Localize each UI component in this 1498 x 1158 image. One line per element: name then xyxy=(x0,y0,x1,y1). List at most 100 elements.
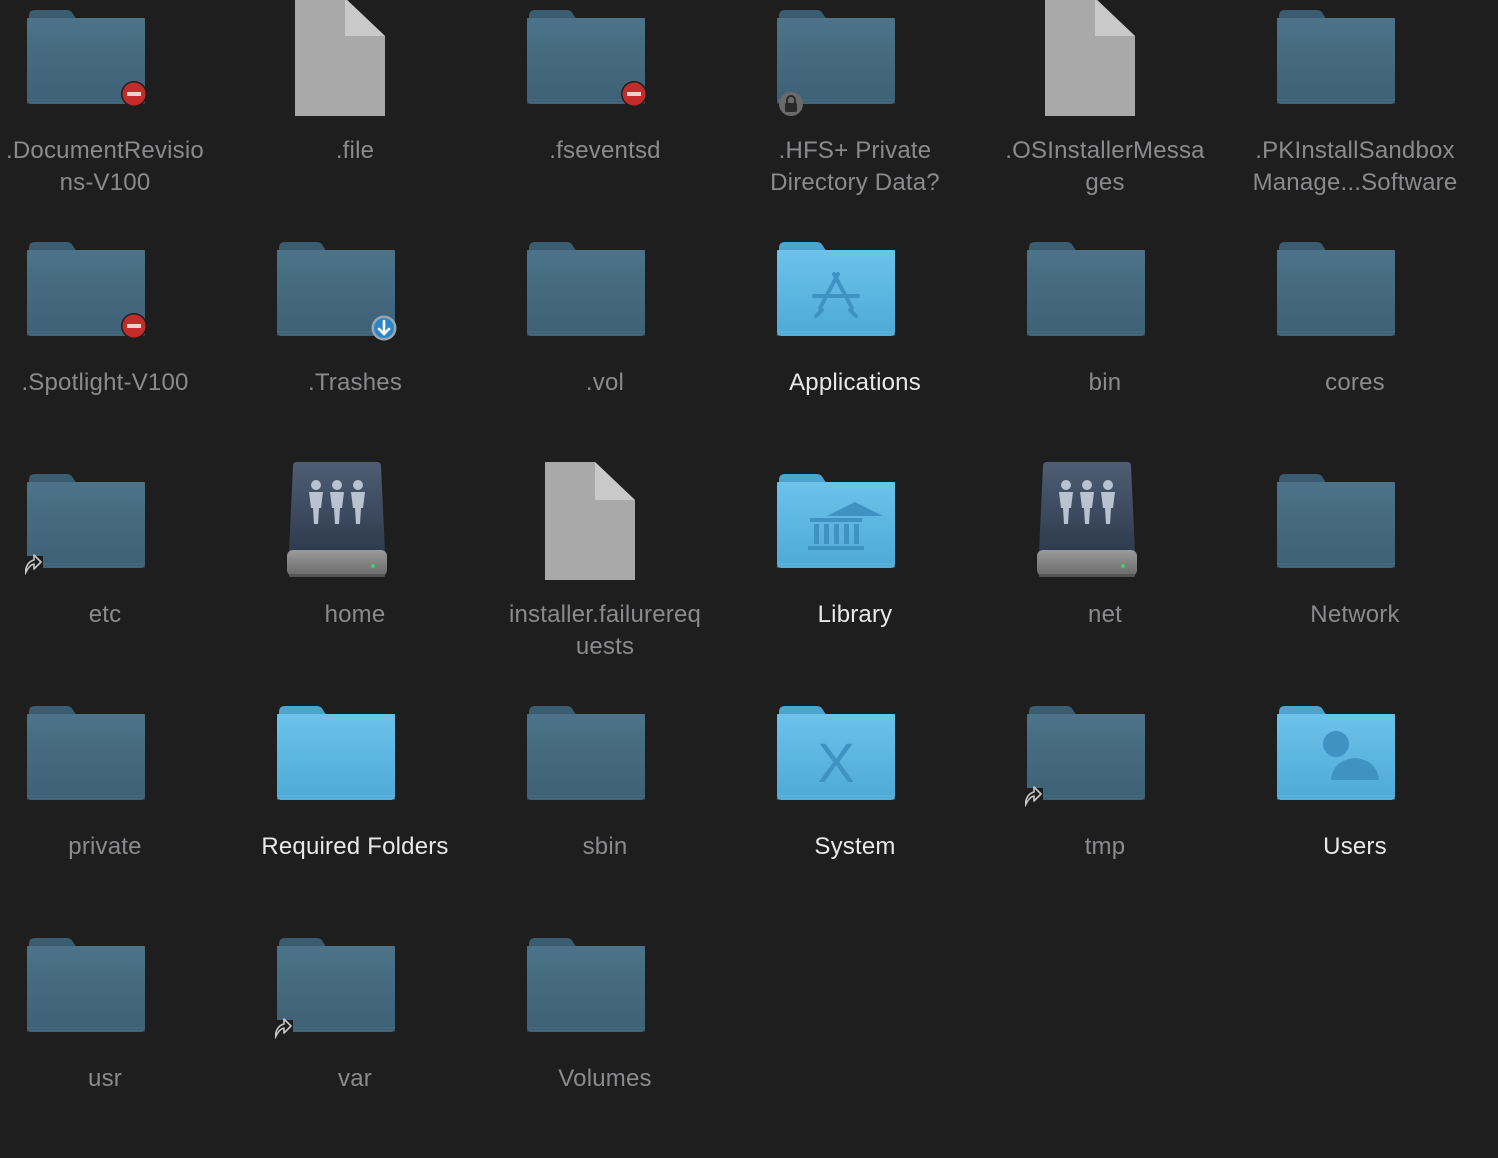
item-name-line: net xyxy=(1088,601,1122,628)
folder-icon[interactable] xyxy=(775,0,935,118)
item-name-label: var xyxy=(230,1063,480,1095)
item-name-label: .PKInstallSandbox Manage...Software xyxy=(1230,135,1480,199)
item-name-line: .file xyxy=(335,137,375,164)
finder-item[interactable]: .Trashes xyxy=(230,230,480,462)
document-icon[interactable] xyxy=(275,0,435,118)
item-name-label: Network xyxy=(1230,599,1480,631)
item-name-label: bin xyxy=(980,367,1230,399)
item-name-line: .Spotlight-V100 xyxy=(21,369,189,396)
item-name-line: bin xyxy=(1088,369,1122,396)
item-name-label: Users xyxy=(1230,831,1480,863)
folder-icon[interactable] xyxy=(525,230,685,350)
finder-item[interactable]: usr xyxy=(0,926,230,1158)
document-icon[interactable] xyxy=(525,462,685,582)
finder-item[interactable]: .file xyxy=(230,0,480,230)
finder-item[interactable]: Required Folders xyxy=(230,694,480,926)
item-name-label: tmp xyxy=(980,831,1230,863)
item-name-line: .vol xyxy=(585,369,625,396)
applications-folder-icon[interactable] xyxy=(775,230,935,350)
item-name-label: home xyxy=(230,599,480,631)
item-name-line: Manage...Software xyxy=(1252,169,1458,196)
item-name-label: usr xyxy=(0,1063,230,1095)
finder-item[interactable]: tmp xyxy=(980,694,1230,926)
item-name-line: .fseventsd xyxy=(549,137,661,164)
item-name-label: .DocumentRevisio ns-V100 xyxy=(0,135,230,199)
finder-item[interactable]: Applications xyxy=(730,230,980,462)
item-name-label: private xyxy=(0,831,230,863)
finder-item[interactable]: installer.failurereq uests xyxy=(480,462,730,694)
item-name-line: Volumes xyxy=(558,1065,652,1092)
item-name-line: ges xyxy=(1085,169,1125,196)
folder-icon[interactable] xyxy=(275,926,435,1046)
item-name-label: .file xyxy=(230,135,480,167)
system-folder-icon[interactable]: X xyxy=(775,694,935,814)
finder-item[interactable]: home xyxy=(230,462,480,694)
item-name-label: .Trashes xyxy=(230,367,480,399)
finder-item[interactable]: .HFS+ Private Directory Data? xyxy=(730,0,980,230)
folder-icon[interactable] xyxy=(275,694,435,814)
item-name-label: Library xyxy=(730,599,980,631)
finder-item[interactable]: X System xyxy=(730,694,980,926)
item-name-line: Users xyxy=(1323,833,1387,860)
finder-item[interactable]: var xyxy=(230,926,480,1158)
finder-item[interactable]: .Spotlight-V100 xyxy=(0,230,230,462)
item-name-line: tmp xyxy=(1084,833,1126,860)
item-name-label: .HFS+ Private Directory Data? xyxy=(730,135,980,199)
folder-icon[interactable] xyxy=(25,0,185,118)
users-folder-icon[interactable] xyxy=(1275,694,1435,814)
finder-item[interactable]: cores xyxy=(1230,230,1480,462)
item-name-label: etc xyxy=(0,599,230,631)
finder-item[interactable]: etc xyxy=(0,462,230,694)
finder-item[interactable]: Volumes xyxy=(480,926,730,1158)
item-name-label: sbin xyxy=(480,831,730,863)
finder-item[interactable]: Library xyxy=(730,462,980,694)
item-name-line: private xyxy=(68,833,142,860)
item-name-line: Network xyxy=(1310,601,1400,628)
folder-icon[interactable] xyxy=(25,694,185,814)
item-name-line: Library xyxy=(817,601,893,628)
network-server-icon[interactable] xyxy=(275,462,435,582)
folder-icon[interactable] xyxy=(25,230,185,350)
folder-icon[interactable] xyxy=(525,694,685,814)
finder-item[interactable]: .OSInstallerMessa ges xyxy=(980,0,1230,230)
item-name-line: Required Folders xyxy=(261,833,449,860)
item-name-label: Volumes xyxy=(480,1063,730,1095)
folder-icon[interactable] xyxy=(1275,230,1435,350)
finder-item[interactable]: bin xyxy=(980,230,1230,462)
finder-icon-grid: .DocumentRevisio ns-V100 .file .fseventsd xyxy=(0,0,1498,1140)
item-name-line: etc xyxy=(88,601,122,628)
item-name-line: .PKInstallSandbox xyxy=(1255,137,1455,164)
finder-item[interactable]: .PKInstallSandbox Manage...Software xyxy=(1230,0,1480,230)
folder-icon[interactable] xyxy=(1275,462,1435,582)
item-name-label: Applications xyxy=(730,367,980,399)
item-name-line: ns-V100 xyxy=(59,169,151,196)
folder-icon[interactable] xyxy=(1025,694,1185,814)
svg-text:X: X xyxy=(817,731,854,794)
finder-item[interactable]: net xyxy=(980,462,1230,694)
folder-icon[interactable] xyxy=(25,462,185,582)
item-name-line: .Trashes xyxy=(307,369,403,396)
finder-item[interactable]: .fseventsd xyxy=(480,0,730,230)
network-server-icon[interactable] xyxy=(1025,462,1185,582)
folder-icon[interactable] xyxy=(525,0,685,118)
folder-icon[interactable] xyxy=(25,926,185,1046)
finder-item[interactable]: sbin xyxy=(480,694,730,926)
finder-item[interactable]: Users xyxy=(1230,694,1480,926)
folder-icon[interactable] xyxy=(275,230,435,350)
finder-item[interactable]: .DocumentRevisio ns-V100 xyxy=(0,0,230,230)
folder-icon[interactable] xyxy=(525,926,685,1046)
item-name-label: Required Folders xyxy=(230,831,480,863)
folder-icon[interactable] xyxy=(1275,0,1435,118)
item-name-label: cores xyxy=(1230,367,1480,399)
item-name-line: var xyxy=(338,1065,372,1092)
item-name-line: .OSInstallerMessa xyxy=(1005,137,1205,164)
item-name-line: uests xyxy=(575,633,635,660)
finder-item[interactable]: .vol xyxy=(480,230,730,462)
document-icon[interactable] xyxy=(1025,0,1185,118)
finder-item[interactable]: private xyxy=(0,694,230,926)
folder-icon[interactable] xyxy=(1025,230,1185,350)
finder-item[interactable]: Network xyxy=(1230,462,1480,694)
item-name-label: .OSInstallerMessa ges xyxy=(980,135,1230,199)
item-name-line: .HFS+ Private xyxy=(778,137,932,164)
library-folder-icon[interactable] xyxy=(775,462,935,582)
